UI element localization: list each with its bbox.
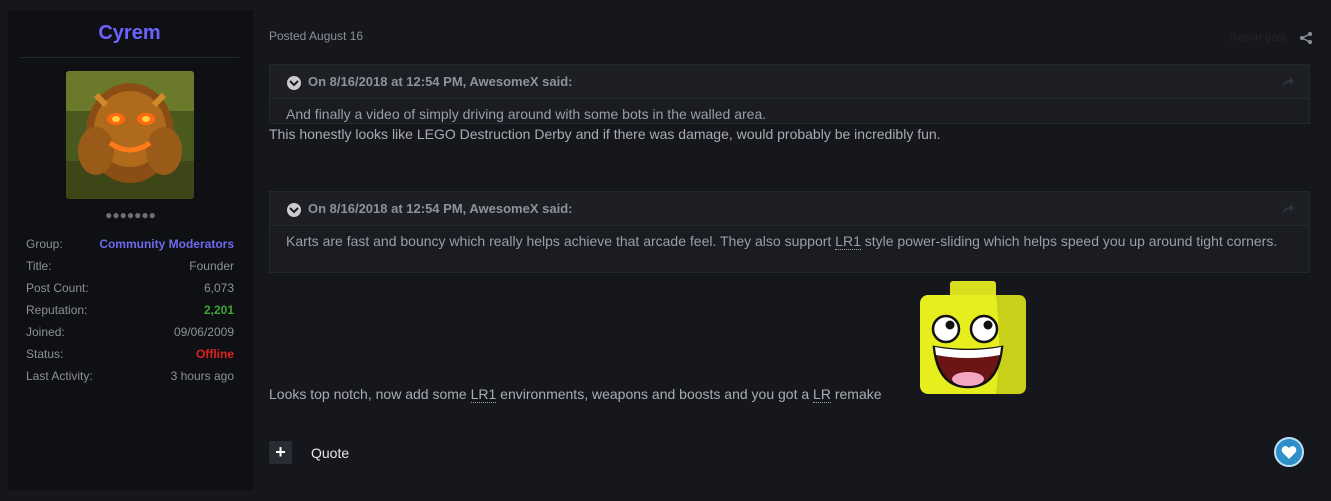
- info-label: Group:: [26, 237, 63, 251]
- info-row-status: Status: Offline: [26, 347, 234, 367]
- reply-text-part: environments, weapons and boosts and you…: [496, 386, 814, 402]
- quote-button[interactable]: Quote: [311, 445, 349, 461]
- info-label: Status:: [26, 347, 64, 361]
- multiquote-plus-button[interactable]: +: [269, 441, 292, 464]
- info-label: Reputation:: [26, 303, 88, 317]
- quote-body: Karts are fast and bouncy which really h…: [270, 226, 1309, 255]
- quote-citation: On 8/16/2018 at 12:54 PM, AwesomeX said:: [308, 201, 573, 216]
- quote-block: On 8/16/2018 at 12:54 PM, AwesomeX said:…: [269, 64, 1310, 124]
- share-icon[interactable]: [1298, 30, 1314, 46]
- info-label: Post Count:: [26, 281, 89, 295]
- reputation-value: 2,201: [203, 303, 234, 317]
- info-row-last-activity: Last Activity: 3 hours ago: [26, 369, 234, 389]
- post-date[interactable]: Posted August 16: [269, 29, 363, 43]
- reply-text-part: Looks top notch, now add some: [269, 386, 471, 402]
- info-row-reputation: Reputation: 2,201: [26, 303, 234, 323]
- abbreviation[interactable]: LR1: [835, 233, 861, 250]
- abbreviation[interactable]: LR1: [470, 386, 497, 403]
- abbreviation[interactable]: LR: [813, 386, 831, 403]
- post-count-value: 6,073: [203, 281, 234, 295]
- info-label: Last Activity:: [26, 369, 93, 383]
- chevron-down-icon[interactable]: [287, 203, 301, 217]
- author-panel: Cyrem ●●●●●●● Group: Community Moderator…: [8, 10, 253, 490]
- reply-text-part: remake: [830, 386, 882, 402]
- quote-block: On 8/16/2018 at 12:54 PM, AwesomeX said:…: [269, 191, 1310, 273]
- link-arrow-icon[interactable]: [1281, 75, 1295, 89]
- title-value: Founder: [189, 259, 234, 273]
- author-avatar[interactable]: [66, 71, 194, 199]
- reply-text: Looks top notch, now add some LR1 enviro…: [269, 384, 882, 404]
- quote-header[interactable]: On 8/16/2018 at 12:54 PM, AwesomeX said:: [270, 65, 1309, 99]
- joined-value: 09/06/2009: [173, 325, 234, 339]
- reply-text: This honestly looks like LEGO Destructio…: [269, 126, 941, 142]
- group-value[interactable]: Community Moderators: [99, 237, 234, 251]
- chevron-down-icon[interactable]: [287, 76, 301, 90]
- info-row-post-count: Post Count: 6,073: [26, 281, 234, 301]
- quote-text: style power-sliding which helps speed yo…: [860, 233, 1278, 249]
- rank-indicator: ●●●●●●●: [105, 208, 156, 222]
- quote-text: Karts are fast and bouncy which really h…: [286, 233, 836, 249]
- awesome-face-emoji: [920, 281, 1026, 394]
- last-activity-value: 3 hours ago: [170, 369, 234, 383]
- quote-header[interactable]: On 8/16/2018 at 12:54 PM, AwesomeX said:: [270, 192, 1309, 226]
- info-label: Title:: [26, 259, 52, 273]
- author-name[interactable]: Cyrem: [20, 22, 239, 58]
- status-value: Offline: [196, 347, 234, 361]
- heart-icon[interactable]: [1274, 437, 1304, 467]
- post-content: Posted August 16 Report post On 8/16/201…: [253, 10, 1326, 490]
- quote-citation: On 8/16/2018 at 12:54 PM, AwesomeX said:: [308, 74, 573, 89]
- info-row-joined: Joined: 09/06/2009: [26, 325, 234, 345]
- info-row-group: Group: Community Moderators: [26, 237, 234, 257]
- link-arrow-icon[interactable]: [1281, 202, 1295, 216]
- report-post-link[interactable]: Report post: [1229, 32, 1286, 44]
- info-label: Joined:: [26, 325, 65, 339]
- info-row-title: Title: Founder: [26, 259, 234, 279]
